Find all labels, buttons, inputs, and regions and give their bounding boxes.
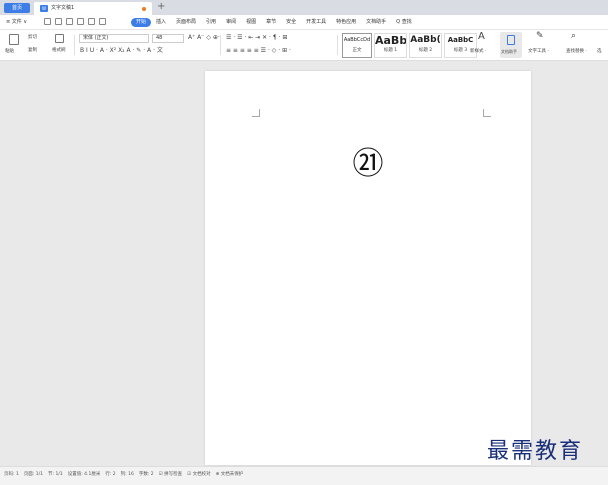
doc-assistant-label: 文档助手 [501, 49, 517, 54]
doc-assistant-icon [507, 35, 515, 45]
menu-items: 开始 插入 页面布局 引用 审阅 视图 章节 安全 开发工具 特色应用 文档助手… [131, 18, 417, 27]
paste-label[interactable]: 粘贴 [5, 49, 14, 55]
tab-document-title: 文字文稿1 [51, 5, 75, 11]
select-button[interactable]: 选 [597, 49, 602, 55]
paragraph-align-row[interactable]: ≡ ≡ ≡ ≡ ≡ ☰ · ◇ · ⊞ · [226, 48, 291, 54]
text-tools-icon[interactable]: ✎ [536, 32, 544, 41]
menu-page-layout[interactable]: 页面布局 [171, 18, 201, 27]
redo-icon[interactable] [99, 18, 106, 25]
undo-icon[interactable] [88, 18, 95, 25]
margin-corner-top-left [252, 109, 260, 117]
watermark-text: 最需教育 [487, 439, 584, 464]
font-size-select[interactable]: 48 [152, 34, 184, 43]
text-tools-button[interactable]: 文字工具 · [528, 49, 549, 55]
menu-review[interactable]: 审阅 [221, 18, 241, 27]
paragraph-list-row[interactable]: ☰ · ☰ · ⇤ ⇥ ✕ · ¶ · ⊞ [226, 35, 287, 41]
margin-corner-top-right [483, 109, 491, 117]
unsaved-dot-icon [142, 7, 146, 11]
status-protection[interactable]: ⊕ 文档未保护 [216, 471, 244, 478]
print-icon[interactable] [66, 18, 73, 25]
status-page-number: 页码: 1 [4, 472, 19, 477]
style-name: 标题 2 [418, 48, 433, 53]
ribbon-toolbar: 粘贴 剪切 复制 格式刷 宋体 (正文) 48 A⁺ A⁻ ◇ ⊕· B I U… [0, 30, 608, 61]
quick-access-toolbar [44, 18, 106, 25]
style-normal[interactable]: AaBbCcDd 正文 [342, 33, 372, 58]
document-page[interactable]: ㉑ [205, 71, 531, 465]
menu-security[interactable]: 安全 [281, 18, 301, 27]
menu-view[interactable]: 视图 [241, 18, 261, 27]
format-painter-icon[interactable] [55, 34, 64, 43]
new-style-button[interactable]: 新样式 · [470, 49, 486, 55]
export-pdf-icon[interactable] [55, 18, 62, 25]
menu-doc-assistant[interactable]: 文档助手 [361, 18, 391, 27]
status-column: 列: 16 [120, 472, 134, 477]
divider [337, 35, 338, 55]
divider [220, 35, 221, 55]
status-page-count: 页面: 1/1 [23, 472, 44, 477]
menu-find[interactable]: Q 查找 [391, 18, 417, 27]
doc-assistant-button[interactable]: 文档助手 [500, 32, 522, 58]
divider [74, 35, 75, 55]
tab-bar: 首页 W 文字文稿1 + [0, 0, 608, 15]
style-sample: AaBb( [410, 35, 441, 45]
file-menu[interactable]: ≡ 文件 ∨ [6, 19, 27, 26]
new-style-icon[interactable]: A [478, 32, 485, 42]
tab-document[interactable]: W 文字文稿1 [34, 2, 152, 15]
cut-button[interactable]: 剪切 [28, 35, 37, 41]
menu-section[interactable]: 章节 [261, 18, 281, 27]
status-row: 行: 2 [105, 472, 116, 477]
status-bar: 页码: 1 页面: 1/1 节: 1/1 设置值: 4.1厘米 行: 2 列: … [0, 466, 608, 485]
print-preview-icon[interactable] [77, 18, 84, 25]
grow-shrink-clear-buttons[interactable]: A⁺ A⁻ ◇ ⊕· [188, 35, 220, 41]
style-sample: AaBbCcDd [343, 37, 371, 43]
menu-bar: ≡ 文件 ∨ 开始 插入 页面布局 引用 审阅 视图 章节 安全 开发工具 特色… [0, 15, 608, 30]
style-sample: AaBbC [447, 36, 474, 44]
save-icon[interactable] [44, 18, 51, 25]
menu-features[interactable]: 特色应用 [331, 18, 361, 27]
font-name-select[interactable]: 宋体 (正文) [79, 34, 149, 43]
menu-developer[interactable]: 开发工具 [301, 18, 331, 27]
status-spell-check[interactable]: ☑ 拼写检查 [159, 471, 182, 478]
status-items: 页码: 1 页面: 1/1 节: 1/1 设置值: 4.1厘米 行: 2 列: … [4, 471, 243, 478]
circled-number-21: ㉑ [352, 146, 384, 182]
style-heading-2[interactable]: AaBb( 标题 2 [409, 33, 442, 58]
find-replace-button[interactable]: 查找替换 · [566, 49, 587, 55]
new-tab-button[interactable]: + [157, 1, 165, 13]
style-sample: AaBb [375, 34, 406, 47]
style-gallery: AaBbCcDd 正文 AaBb 标题 1 AaBb( 标题 2 AaBbC 标… [342, 33, 477, 58]
format-painter-label[interactable]: 格式刷 [52, 48, 66, 54]
status-word-count[interactable]: 字数: 2 [139, 471, 154, 478]
menu-references[interactable]: 引用 [201, 18, 221, 27]
menu-start[interactable]: 开始 [131, 18, 152, 27]
status-proofread[interactable]: ☑ 文档校对 [187, 471, 210, 478]
paste-icon[interactable] [9, 34, 19, 45]
text-format-row[interactable]: B I U · A · X² X₂ A · ✎ · A · 文 [80, 48, 163, 54]
copy-button[interactable]: 复制 [28, 48, 37, 54]
style-name: 标题 1 [383, 48, 398, 53]
menu-insert[interactable]: 插入 [151, 18, 171, 27]
tab-home[interactable]: 首页 [4, 3, 30, 13]
status-set-value: 设置值: 4.1厘米 [67, 472, 101, 477]
status-section: 节: 1/1 [48, 472, 63, 477]
style-heading-1[interactable]: AaBb 标题 1 [374, 33, 407, 58]
writer-doc-icon: W [40, 5, 48, 12]
style-name: 正文 [352, 48, 362, 53]
find-replace-icon[interactable]: ⌕ [571, 32, 576, 41]
